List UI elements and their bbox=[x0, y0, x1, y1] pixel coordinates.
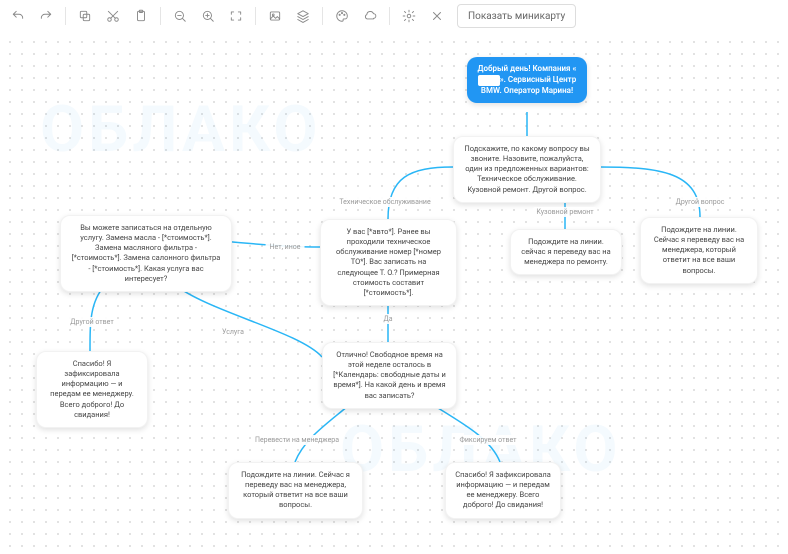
separator bbox=[322, 7, 323, 25]
node-root[interactable]: Добрый день! Компания « ». Сервисный Цен… bbox=[467, 57, 587, 103]
node-free-time[interactable]: Отлично! Свободное время на этой неделе … bbox=[322, 342, 457, 409]
separator bbox=[65, 7, 66, 25]
fit-icon[interactable] bbox=[224, 4, 248, 28]
label-fix-answer: Фиксируем ответ bbox=[455, 435, 520, 445]
label-service: Услуга bbox=[218, 327, 248, 337]
settings-icon[interactable] bbox=[397, 4, 421, 28]
label-to-manager: Перевести на менеджера bbox=[251, 435, 343, 445]
toolbar: Показать миникарту bbox=[0, 0, 788, 33]
close-icon[interactable] bbox=[425, 4, 449, 28]
undo-icon[interactable] bbox=[6, 4, 30, 28]
label-other: Другой вопрос bbox=[672, 197, 729, 207]
label-tech: Техническое обслуживание bbox=[335, 197, 434, 207]
separator bbox=[160, 7, 161, 25]
label-body: Кузовной ремонт bbox=[532, 207, 597, 217]
node-thanks-right[interactable]: Спасибо! Я зафиксировала информацию — и … bbox=[445, 462, 561, 519]
redacted-company bbox=[478, 75, 500, 86]
palette-icon[interactable] bbox=[330, 4, 354, 28]
cloud-icon[interactable] bbox=[358, 4, 382, 28]
layers-icon[interactable] bbox=[291, 4, 315, 28]
label-yes: Да bbox=[379, 314, 396, 324]
image-icon[interactable] bbox=[263, 4, 287, 28]
node-body-repair[interactable]: Подождите на линии. сейчас я переведу ва… bbox=[510, 229, 622, 275]
separator bbox=[255, 7, 256, 25]
node-thanks-left[interactable]: Спасибо! Я зафиксировала информацию — и … bbox=[36, 351, 148, 428]
label-no: Нет, иное bbox=[266, 242, 305, 252]
minimap-button[interactable]: Показать миникарту bbox=[457, 4, 576, 28]
node-tech-service[interactable]: У вас [*авто*]. Ранее вы проходили техни… bbox=[320, 219, 457, 306]
node-wait-manager[interactable]: Подождите на линии. Сейчас я переведу ва… bbox=[228, 462, 363, 519]
zoom-out-icon[interactable] bbox=[168, 4, 192, 28]
paste-icon[interactable] bbox=[129, 4, 153, 28]
node-services-list[interactable]: Вы можете записаться на отдельную услугу… bbox=[60, 215, 232, 292]
canvas[interactable]: ОБЛАКО ОБЛАКО Добрый день! Компания « ».… bbox=[0, 32, 788, 554]
redo-icon[interactable] bbox=[34, 4, 58, 28]
node-other-question[interactable]: Подождите на линии. Сейчас я переведу ва… bbox=[640, 217, 758, 284]
cut-icon[interactable] bbox=[101, 4, 125, 28]
node-reason[interactable]: Подскажите, по какому вопросу вы звоните… bbox=[453, 136, 601, 203]
zoom-in-icon[interactable] bbox=[196, 4, 220, 28]
copy-icon[interactable] bbox=[73, 4, 97, 28]
label-other-answer: Другой ответ bbox=[66, 317, 117, 327]
separator bbox=[389, 7, 390, 25]
